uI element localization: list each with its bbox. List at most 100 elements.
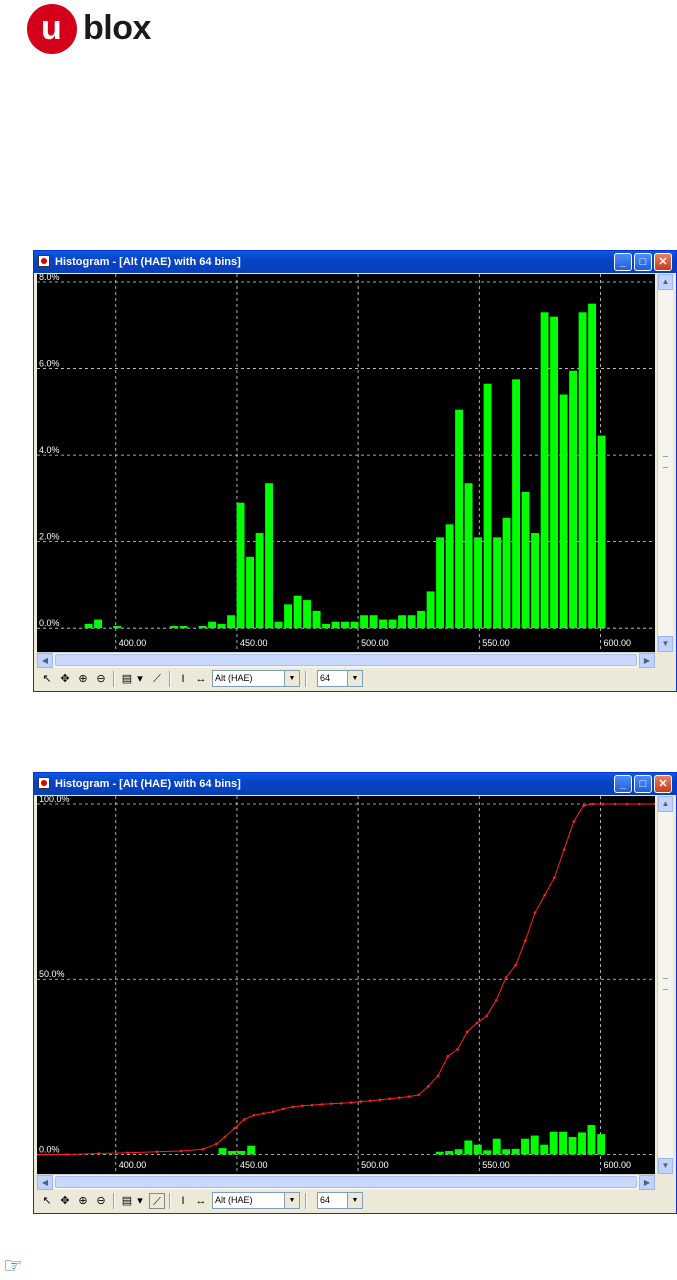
scroll-up-arrow-icon[interactable]: ▲	[658, 274, 673, 290]
histogram-bar	[236, 502, 245, 629]
scroll-left-arrow-icon[interactable]: ◀	[37, 1175, 53, 1190]
app-icon[interactable]	[38, 255, 50, 267]
cumulative-point	[301, 1104, 304, 1108]
histogram-bar	[179, 626, 188, 629]
maximize-button[interactable]: □	[634, 775, 652, 793]
histogram-bar	[218, 1148, 227, 1155]
app-icon[interactable]	[38, 777, 50, 789]
pan-icon[interactable]: ✥	[57, 1193, 73, 1209]
histogram-bar	[350, 621, 359, 629]
vertical-scrollbar[interactable]: ▲ ▼	[657, 796, 673, 1174]
horizontal-scrollbar[interactable]: ◀ ▶	[37, 1174, 655, 1190]
cumulative-point	[378, 1098, 382, 1102]
cumulative-point	[262, 1112, 265, 1115]
toolbar-separator	[113, 1193, 115, 1209]
horizontal-scrollbar[interactable]: ◀ ▶	[37, 652, 655, 668]
zoom-out-icon[interactable]: ⊖	[93, 671, 109, 687]
vertical-cursor-icon[interactable]: I	[175, 1193, 191, 1209]
histogram-plot[interactable]: 400.00 450.00 500.00 550.00 600.00 0.0% 2.0% 4.…	[37, 274, 655, 652]
ublox-logo: u blox	[27, 4, 187, 56]
bins-select[interactable]: 64 ▼	[317, 1192, 363, 1209]
scroll-down-arrow-icon[interactable]: ▼	[658, 1158, 673, 1174]
chevron-down-icon[interactable]: ▼	[347, 671, 362, 686]
scroll-right-arrow-icon[interactable]: ▶	[639, 1175, 655, 1190]
cumulative-point	[494, 998, 498, 1002]
cumulative-point	[349, 1101, 353, 1104]
cumulative-point	[223, 1135, 227, 1139]
zoom-out-icon[interactable]: ⊖	[93, 1193, 109, 1209]
histogram-bar	[445, 1150, 454, 1155]
histogram-bar	[464, 1140, 473, 1155]
minimize-button[interactable]: _	[614, 775, 632, 793]
chevron-down-icon[interactable]: ▼	[347, 1193, 362, 1208]
x-tick-label: 500.00	[361, 638, 389, 648]
histogram-bar	[284, 604, 293, 629]
field-select[interactable]: Alt (HAE) ▼	[212, 670, 300, 687]
toolbar-separator	[169, 671, 171, 687]
scroll-right-arrow-icon[interactable]: ▶	[639, 653, 655, 668]
horizontal-scroll-thumb[interactable]	[55, 654, 637, 666]
cumulative-point	[126, 1151, 130, 1155]
cumulative-point	[562, 848, 566, 851]
histogram-bar	[483, 383, 492, 629]
horizontal-cursor-icon[interactable]: ↔	[193, 671, 209, 687]
chevron-down-icon[interactable]: ▼	[284, 671, 299, 686]
x-tick-label: 450.00	[240, 638, 268, 648]
y-tick-label: 100.0%	[39, 796, 70, 804]
scroll-down-arrow-icon[interactable]: ▼	[658, 636, 673, 652]
cumulative-icon[interactable]: ⟋	[149, 671, 165, 687]
histogram-bar	[388, 619, 397, 629]
pan-icon[interactable]: ✥	[57, 671, 73, 687]
x-tick-label: 600.00	[603, 638, 631, 648]
scroll-up-arrow-icon[interactable]: ▲	[658, 796, 673, 812]
close-button[interactable]: ✕	[654, 253, 672, 271]
histogram-bar	[322, 623, 331, 629]
x-tick-label: 400.00	[119, 638, 147, 648]
title-bar[interactable]: Histogram - [Alt (HAE) with 64 bins] _ □…	[34, 773, 676, 795]
vertical-cursor-icon[interactable]: I	[175, 671, 191, 687]
zoom-in-icon[interactable]: ⊕	[75, 1193, 91, 1209]
pointer-icon[interactable]: ↖	[39, 671, 55, 687]
cumulative-point	[242, 1118, 246, 1121]
cumulative-point	[310, 1103, 314, 1107]
logo-wordmark: blox	[83, 9, 151, 47]
properties-dropdown-icon[interactable]: ▾	[135, 1193, 145, 1209]
horizontal-scroll-thumb[interactable]	[55, 1176, 637, 1188]
toolbar-separator	[113, 671, 115, 687]
scroll-left-arrow-icon[interactable]: ◀	[37, 653, 53, 668]
histogram-bar	[549, 1131, 558, 1155]
histogram-bar	[208, 621, 217, 629]
pointer-icon[interactable]: ↖	[39, 1193, 55, 1209]
scroll-grip-icon[interactable]	[663, 978, 668, 990]
cumulative-point	[514, 963, 517, 967]
title-bar[interactable]: Histogram - [Alt (HAE) with 64 bins] _ □…	[34, 251, 676, 273]
cumulative-point	[613, 802, 617, 806]
properties-icon[interactable]: ▤	[119, 671, 135, 687]
histogram-bar	[227, 615, 236, 629]
cumulative-point	[427, 1084, 430, 1088]
vertical-scrollbar[interactable]: ▲ ▼	[657, 274, 673, 652]
x-tick-label: 600.00	[603, 1160, 631, 1170]
y-tick-label: 4.0%	[39, 445, 60, 455]
properties-icon[interactable]: ▤	[119, 1193, 135, 1209]
cumulative-point	[320, 1103, 324, 1106]
zoom-in-icon[interactable]: ⊕	[75, 671, 91, 687]
x-tick-label: 550.00	[482, 1160, 510, 1170]
properties-dropdown-icon[interactable]: ▾	[135, 671, 145, 687]
chevron-down-icon[interactable]: ▼	[284, 1193, 299, 1208]
field-select[interactable]: Alt (HAE) ▼	[212, 1192, 300, 1209]
histogram-cumulative-plot[interactable]: 400.00 450.00 500.00 550.00 600.00 0.0% 50.0% 1…	[37, 796, 655, 1174]
maximize-button[interactable]: □	[634, 253, 652, 271]
histogram-bar	[407, 615, 416, 629]
histogram-bar	[454, 1149, 463, 1155]
scroll-grip-icon[interactable]	[663, 456, 668, 468]
close-button[interactable]: ✕	[654, 775, 672, 793]
cumulative-point	[233, 1126, 236, 1130]
minimize-button[interactable]: _	[614, 253, 632, 271]
horizontal-cursor-icon[interactable]: ↔	[193, 1193, 209, 1209]
cumulative-point	[465, 1030, 469, 1034]
bins-select[interactable]: 64 ▼	[317, 670, 363, 687]
histogram-bar	[237, 1150, 246, 1155]
cumulative-icon[interactable]: ⟋	[149, 1193, 165, 1209]
cumulative-point	[446, 1055, 450, 1058]
